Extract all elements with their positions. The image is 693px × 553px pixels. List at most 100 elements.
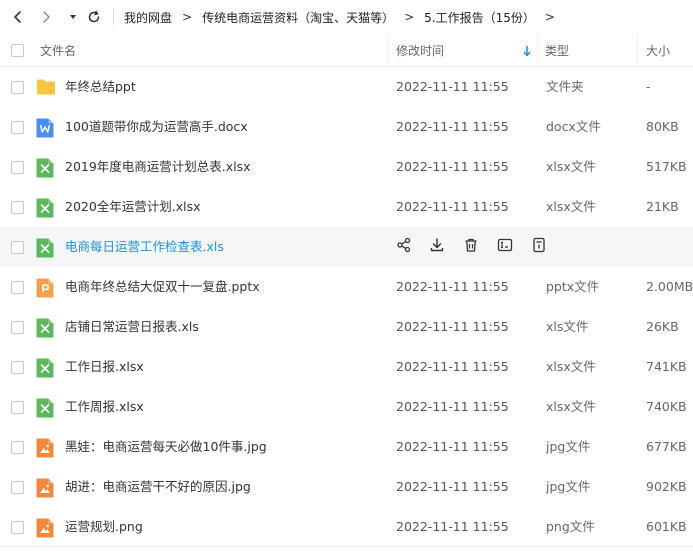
file-row[interactable]: 100道题带你成为运营高手.docx 2022-11-11 11:55 docx文件…	[0, 107, 693, 147]
column-header-type[interactable]: 类型	[545, 35, 569, 67]
column-header-modified[interactable]: 修改时间	[396, 35, 444, 67]
image-file-icon	[36, 438, 54, 458]
breadcrumb-item-current[interactable]: 5.工作报告（15份）	[424, 9, 535, 26]
file-row[interactable]: 店铺日常运营日报表.xls 2022-11-11 11:55 xls文件 26KB	[0, 307, 693, 347]
row-checkbox[interactable]	[11, 521, 24, 534]
select-all-checkbox[interactable]	[11, 44, 24, 57]
row-checkbox[interactable]	[11, 361, 24, 374]
share-icon[interactable]	[396, 237, 414, 255]
chevron-right-icon	[43, 11, 50, 23]
file-row[interactable]: 胡进：电商运营干不好的原因.jpg 2022-11-11 11:55 jpg文件 90…	[0, 467, 693, 507]
file-type: 文件夹	[546, 79, 584, 94]
file-name[interactable]: 电商年终总结大促双十一复盘.pptx	[65, 267, 260, 307]
image-file-icon	[36, 478, 54, 498]
breadcrumb-item-folder[interactable]: 传统电商运营资料（淘宝、天猫等）	[202, 9, 394, 26]
toolbar: 我的网盘 > 传统电商运营资料（淘宝、天猫等） > 5.工作报告（15份） >	[0, 0, 693, 34]
file-row[interactable]: 电商年终总结大促双十一复盘.pptx 2022-11-11 11:55 pptx文件…	[0, 267, 693, 307]
image-file-icon	[36, 518, 54, 538]
file-size: -	[646, 79, 651, 94]
rename-icon[interactable]	[497, 237, 515, 255]
file-name[interactable]: 工作日报.xlsx	[65, 347, 144, 387]
download-icon[interactable]	[429, 237, 447, 255]
caret-down-icon	[70, 15, 76, 19]
file-name[interactable]: 店铺日常运营日报表.xls	[65, 307, 199, 347]
file-name[interactable]: 2019年度电商运营计划总表.xlsx	[65, 147, 251, 187]
row-checkbox[interactable]	[11, 321, 24, 334]
delete-icon[interactable]	[463, 237, 481, 255]
file-type: xlsx文件	[546, 399, 596, 414]
breadcrumb-item-root[interactable]: 我的网盘	[124, 9, 172, 26]
file-type: png文件	[546, 519, 595, 534]
file-type: xls文件	[546, 319, 589, 334]
sort-descending-icon[interactable]	[522, 44, 532, 58]
row-checkbox[interactable]	[11, 441, 24, 454]
file-name[interactable]: 胡进：电商运营干不好的原因.jpg	[65, 467, 251, 507]
file-modified-date: 2022-11-11 11:55	[396, 479, 509, 494]
file-row[interactable]: 工作日报.xlsx 2022-11-11 11:55 xlsx文件 741KB	[0, 347, 693, 387]
file-type: jpg文件	[546, 439, 591, 454]
row-checkbox[interactable]	[11, 481, 24, 494]
file-size: 677KB	[646, 439, 687, 454]
file-modified-date: 2022-11-11 11:55	[396, 399, 509, 414]
row-checkbox[interactable]	[11, 241, 24, 254]
history-dropdown-button[interactable]	[62, 6, 84, 28]
file-name[interactable]: 2020全年运营计划.xlsx	[65, 187, 201, 227]
forward-button[interactable]	[35, 6, 57, 28]
file-size: 740KB	[646, 399, 687, 414]
file-modified-date: 2022-11-11 11:55	[396, 119, 509, 134]
file-row[interactable]: 年终总结ppt 2022-11-11 11:55 文件夹 -	[0, 67, 693, 107]
row-checkbox[interactable]	[11, 81, 24, 94]
file-name[interactable]: 工作周报.xlsx	[65, 387, 144, 427]
file-size: 80KB	[646, 119, 679, 134]
file-modified-date: 2022-11-11 11:55	[396, 319, 509, 334]
row-checkbox[interactable]	[11, 121, 24, 134]
file-type: docx文件	[546, 119, 601, 134]
ppt-file-icon	[36, 278, 54, 298]
file-size: 601KB	[646, 519, 687, 534]
refresh-icon	[88, 10, 100, 23]
breadcrumb-separator: >	[404, 10, 415, 24]
file-row[interactable]: 电商每日运营工作检查表.xls	[0, 227, 693, 267]
file-list-header: 文件名 修改时间 类型 大小	[0, 35, 693, 67]
file-type: jpg文件	[546, 479, 591, 494]
file-modified-date: 2022-11-11 11:55	[396, 159, 509, 174]
column-divider[interactable]	[637, 35, 638, 67]
file-row[interactable]: 2019年度电商运营计划总表.xlsx 2022-11-11 11:55 xlsx文…	[0, 147, 693, 187]
file-name[interactable]: 电商每日运营工作检查表.xls	[65, 227, 224, 267]
file-name[interactable]: 黑娃：电商运营每天必做10件事.jpg	[65, 427, 267, 467]
row-checkbox[interactable]	[11, 161, 24, 174]
file-name[interactable]: 100道题带你成为运营高手.docx	[65, 107, 248, 147]
file-row[interactable]: 运营规划.png 2022-11-11 11:55 png文件 601KB	[0, 507, 693, 547]
column-header-name[interactable]: 文件名	[40, 35, 76, 67]
excel-file-icon	[36, 398, 54, 418]
file-row[interactable]: 2020全年运营计划.xlsx 2022-11-11 11:55 xlsx文件 21K…	[0, 187, 693, 227]
file-name[interactable]: 运营规划.png	[65, 507, 143, 547]
file-size: 26KB	[646, 319, 679, 334]
file-type: xlsx文件	[546, 159, 596, 174]
breadcrumb: 我的网盘 > 传统电商运营资料（淘宝、天猫等） > 5.工作报告（15份） >	[124, 0, 565, 34]
column-header-size[interactable]: 大小	[646, 35, 670, 67]
excel-file-icon	[36, 158, 54, 178]
row-checkbox[interactable]	[11, 201, 24, 214]
back-button[interactable]	[7, 6, 29, 28]
row-checkbox[interactable]	[11, 281, 24, 294]
file-modified-date: 2022-11-11 11:55	[396, 199, 509, 214]
toolbar-divider	[113, 9, 114, 25]
file-row[interactable]: 黑娃：电商运营每天必做10件事.jpg 2022-11-11 11:55 jpg文件…	[0, 427, 693, 467]
file-size: 741KB	[646, 359, 687, 374]
file-row[interactable]: 工作周报.xlsx 2022-11-11 11:55 xlsx文件 740KB	[0, 387, 693, 427]
file-type: xlsx文件	[546, 199, 596, 214]
file-size: 21KB	[646, 199, 679, 214]
file-name[interactable]: 年终总结ppt	[65, 67, 136, 107]
file-modified-date: 2022-11-11 11:55	[396, 519, 509, 534]
column-divider[interactable]	[537, 35, 538, 67]
file-modified-date: 2022-11-11 11:55	[396, 79, 509, 94]
word-file-icon	[36, 118, 54, 138]
column-divider[interactable]	[387, 35, 388, 67]
row-checkbox[interactable]	[11, 401, 24, 414]
refresh-button[interactable]	[83, 6, 105, 28]
file-modified-date: 2022-11-11 11:55	[396, 439, 509, 454]
more-icon[interactable]	[531, 237, 549, 255]
folder-icon	[36, 78, 55, 98]
excel-file-icon	[36, 238, 54, 258]
